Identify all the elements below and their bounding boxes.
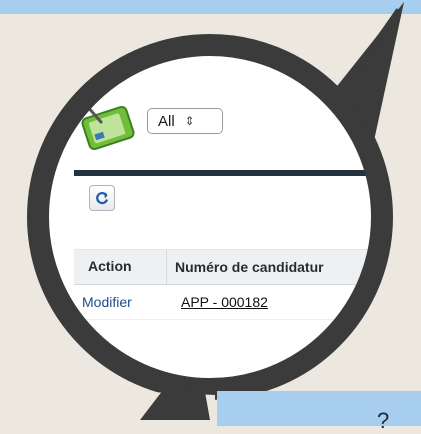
bottom-banner: ? bbox=[217, 391, 421, 433]
bottom-glyph: ? bbox=[377, 408, 390, 433]
magnifier-frame bbox=[27, 2, 404, 426]
